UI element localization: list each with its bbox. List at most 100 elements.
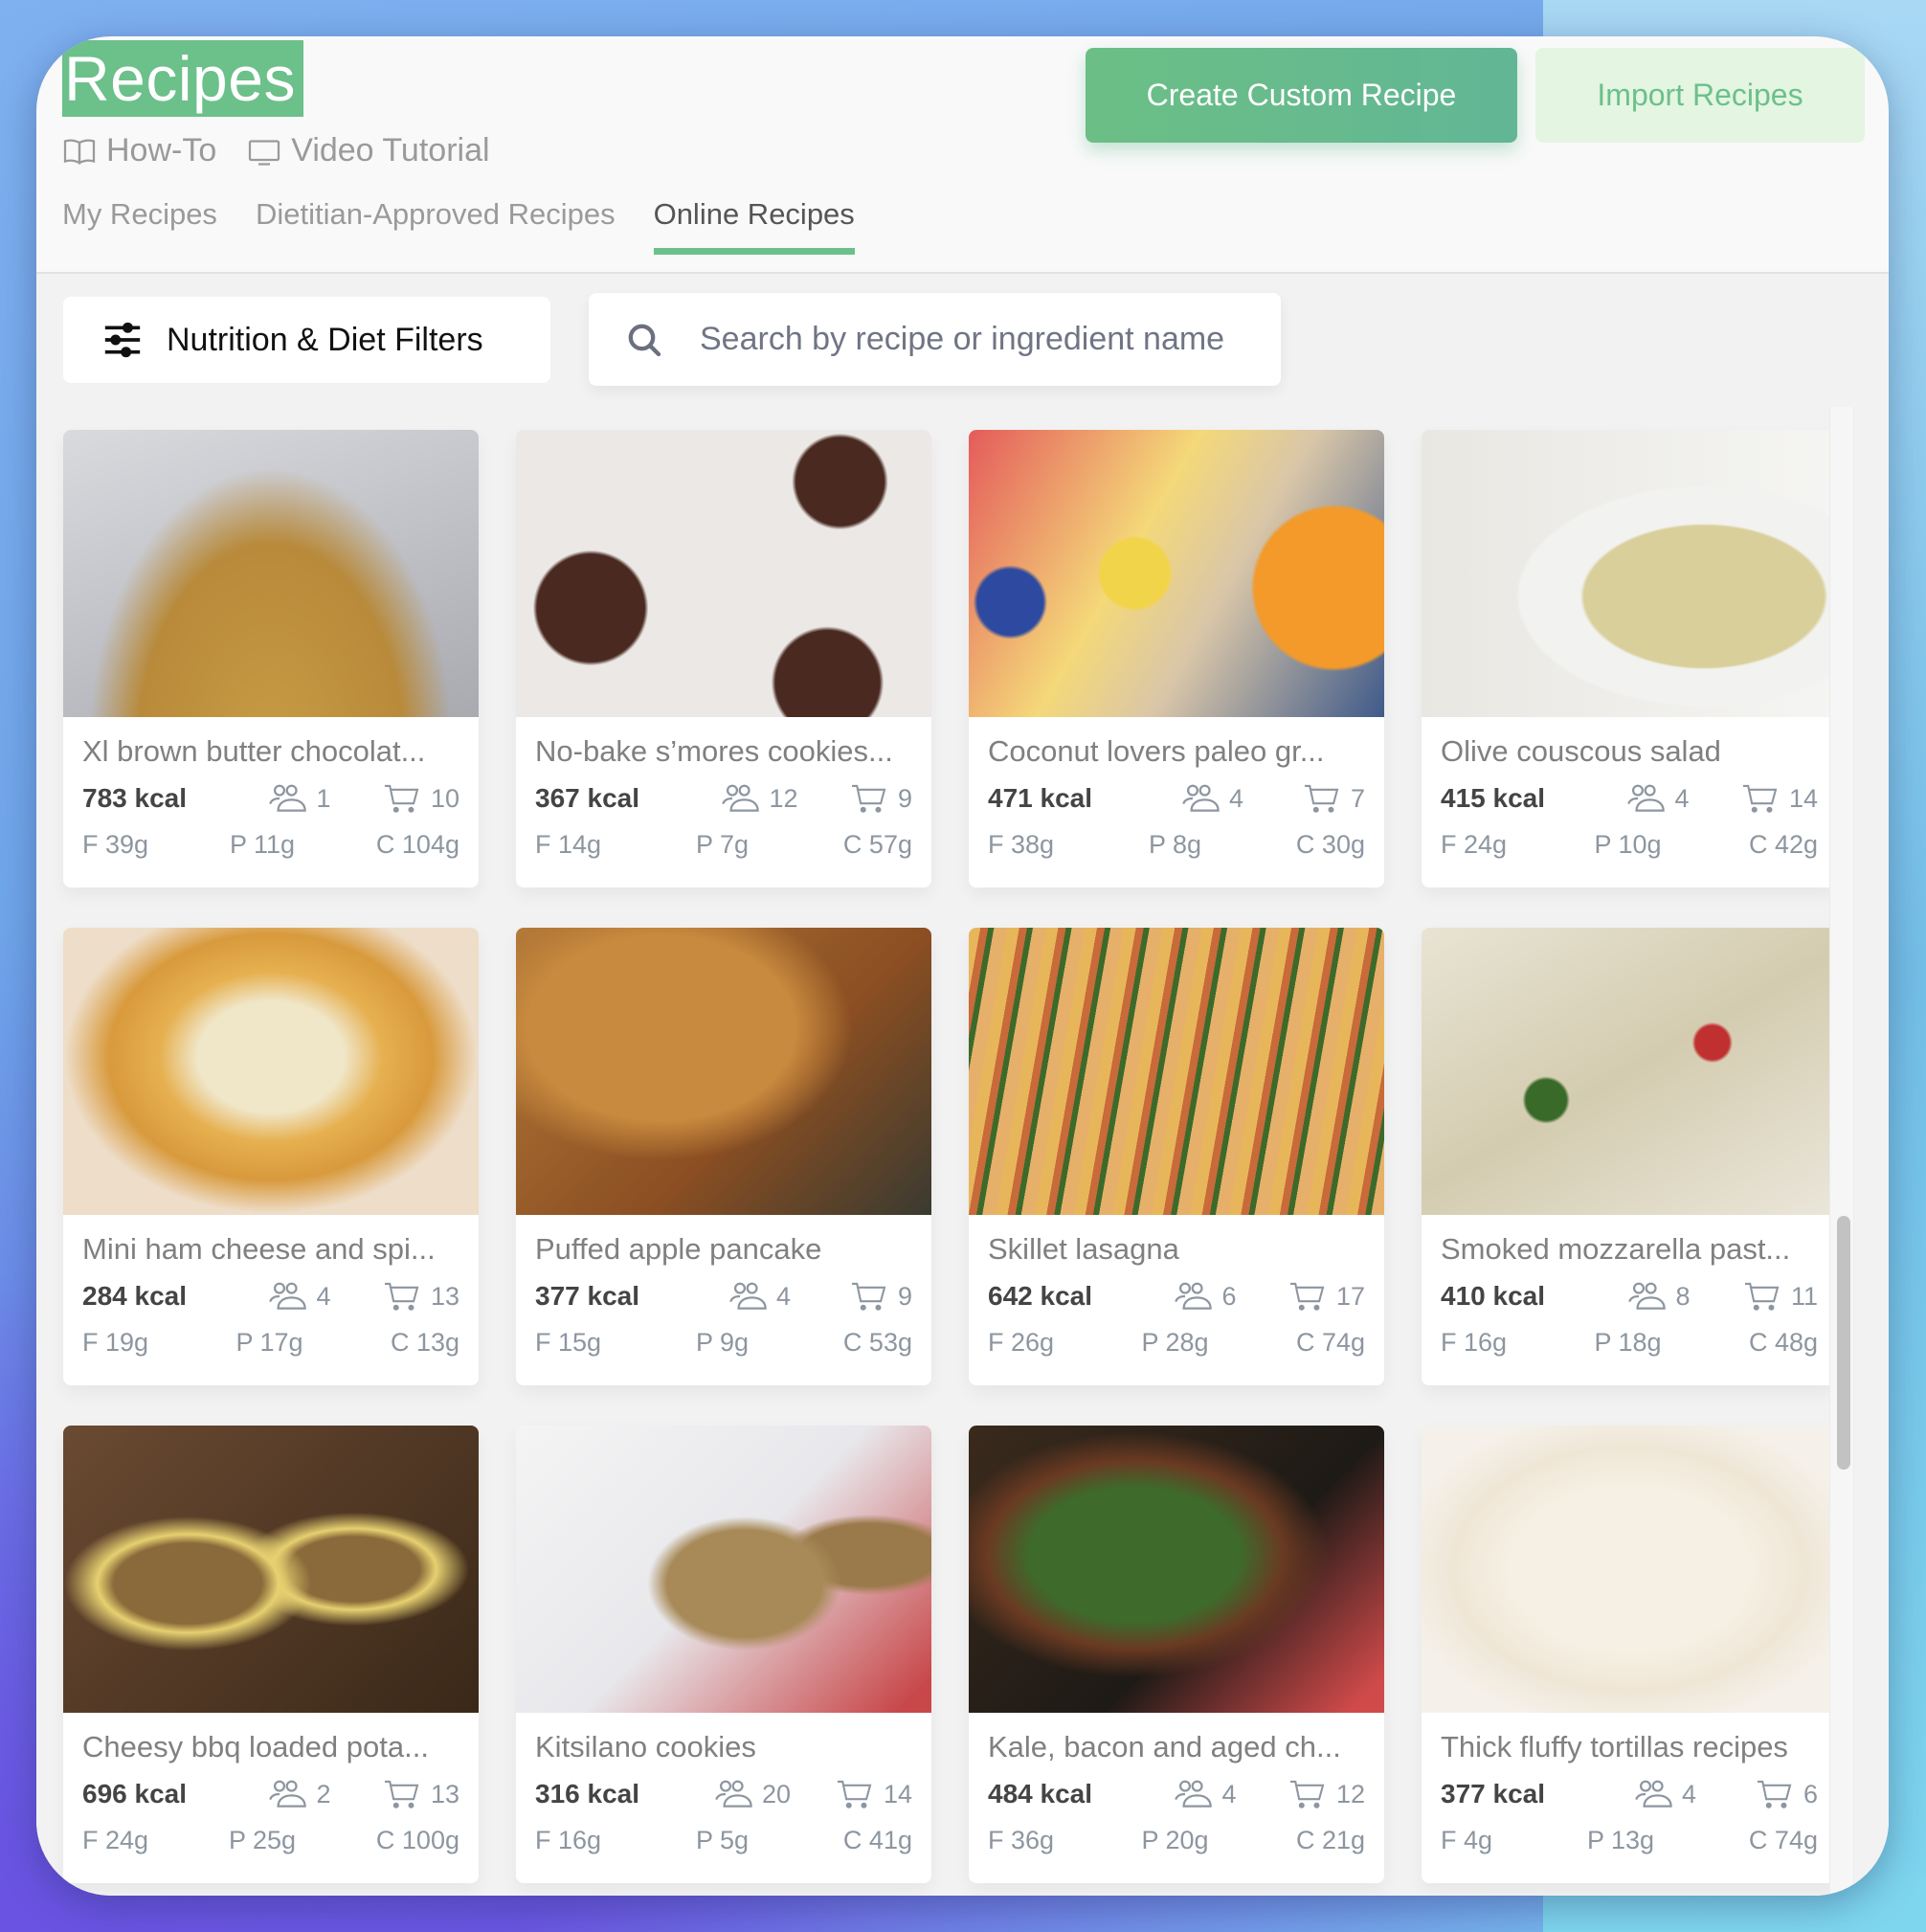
recipe-protein: P 28g [1141,1328,1209,1357]
recipe-carbs: C 53g [842,1328,912,1357]
recipe-grid-scroll-area: Xl brown butter chocolat... 783 kcal 1 1… [36,407,1853,1896]
search-input[interactable] [700,321,1255,358]
servings-count: 2 [316,1779,331,1808]
recipe-photo [1422,928,1837,1215]
recipe-name: Xl brown butter chocolat... [82,734,426,768]
recipe-calories: 377 kcal [535,1281,639,1311]
how-to-link[interactable]: How-To [62,132,216,169]
recipe-card[interactable]: Coconut lovers paleo gr... 471 kcal 4 7 [969,430,1384,887]
recipe-ingredients: 7 [1301,782,1365,815]
recipe-name: Coconut lovers paleo gr... [988,734,1325,768]
recipe-servings: 4 [1632,1778,1696,1810]
recipe-info: Cheesy bbq loaded pota... 696 kcal 2 13 [63,1713,479,1855]
cart-icon [384,784,419,813]
recipe-name: Cheesy bbq loaded pota... [82,1730,429,1764]
recipe-photo [63,928,479,1215]
recipe-ingredients: 13 [381,1280,459,1313]
recipe-card[interactable]: Kale, bacon and aged ch... 484 kcal 4 12 [969,1426,1384,1883]
tab-online-recipes[interactable]: Online Recipes [653,197,856,255]
recipe-card[interactable]: Cheesy bbq loaded pota... 696 kcal 2 13 [63,1426,479,1883]
servings-count: 4 [1681,1779,1696,1808]
ingredient-count: 17 [1335,1281,1365,1311]
recipe-card[interactable]: Mini ham cheese and spi... 284 kcal 4 13 [63,928,479,1385]
recipe-calories: 642 kcal [988,1281,1092,1311]
recipe-calories: 284 kcal [82,1281,187,1311]
tab-dietitian-approved-recipes[interactable]: Dietitian-Approved Recipes [256,197,616,255]
recipe-name: Smoked mozzarella past... [1441,1232,1791,1266]
recipe-calories: 367 kcal [535,783,639,813]
people-icon [269,1780,307,1808]
ingredient-count: 13 [430,1281,459,1311]
ingredient-count: 7 [1350,783,1365,813]
recipe-calories: 415 kcal [1441,783,1545,813]
recipe-name: Skillet lasagna [988,1232,1179,1266]
cart-icon [1757,1780,1792,1808]
search-box [589,293,1281,386]
recipe-name: Kitsilano cookies [535,1730,756,1764]
recipe-card[interactable]: Xl brown butter chocolat... 783 kcal 1 1… [63,430,479,887]
recipe-protein: P 25g [228,1826,297,1854]
servings-count: 4 [1674,783,1690,813]
import-recipes-button[interactable]: Import Recipes [1535,48,1865,143]
people-icon [1628,1282,1667,1310]
recipe-photo [63,1426,479,1713]
recipe-fat: F 15g [535,1328,602,1357]
recipe-macros-row: F 16g P 5g C 41g [535,1826,912,1855]
servings-count: 20 [761,1779,791,1808]
video-tutorial-link[interactable]: Video Tutorial [247,132,490,169]
recipe-carbs: C 57g [842,830,912,859]
people-icon [269,1282,307,1310]
cart-icon [851,784,886,813]
recipe-grid: Xl brown butter chocolat... 783 kcal 1 1… [63,430,1837,1883]
cart-icon [1742,784,1778,813]
search-icon [628,324,661,356]
recipe-card[interactable]: Thick fluffy tortillas recipes 377 kcal … [1422,1426,1837,1883]
recipe-name: Mini ham cheese and spi... [82,1232,436,1266]
recipe-fat: F 38g [988,830,1055,859]
recipe-card[interactable]: No-bake s’mores cookies... 367 kcal 12 9 [516,430,931,887]
recipe-card[interactable]: Puffed apple pancake 377 kcal 4 9 F 15g … [516,928,931,1385]
ingredient-count: 10 [430,783,459,813]
servings-count: 8 [1675,1281,1691,1311]
recipe-macros-row: F 24g P 10g C 42g [1441,830,1818,860]
recipe-carbs: C 41g [842,1826,912,1854]
people-icon [1175,1282,1213,1310]
filters-label: Nutrition & Diet Filters [167,321,483,358]
recipe-name: Thick fluffy tortillas recipes [1441,1730,1788,1764]
recipe-macros-row: F 36g P 20g C 21g [988,1826,1365,1855]
recipe-info: Smoked mozzarella past... 410 kcal 8 11 [1422,1215,1837,1358]
recipe-fat: F 39g [82,830,149,859]
recipe-info: Coconut lovers paleo gr... 471 kcal 4 7 [969,717,1384,860]
recipe-calories: 471 kcal [988,783,1092,813]
recipe-servings: 4 [1179,782,1243,815]
recipe-photo [969,1426,1384,1713]
recipe-photo [63,430,479,717]
recipe-card[interactable]: Smoked mozzarella past... 410 kcal 8 11 [1422,928,1837,1385]
recipe-servings: 2 [266,1778,330,1810]
recipe-servings: 12 [719,782,798,815]
nutrition-diet-filters-button[interactable]: Nutrition & Diet Filters [63,297,550,383]
recipe-servings: 4 [1624,782,1689,815]
recipe-card[interactable]: Skillet lasagna 642 kcal 6 17 F 26g P 28… [969,928,1384,1385]
recipe-fat: F 24g [1441,830,1508,859]
recipe-card[interactable]: Kitsilano cookies 316 kcal 20 14 F 16g P… [516,1426,931,1883]
tab-my-recipes[interactable]: My Recipes [62,197,217,255]
scrollbar-track[interactable] [1829,407,1854,1896]
create-custom-recipe-button[interactable]: Create Custom Recipe [1086,48,1517,143]
recipe-card[interactable]: Olive couscous salad 415 kcal 4 14 F 24g… [1422,430,1837,887]
ingredient-count: 9 [897,1281,912,1311]
recipe-photo [516,928,931,1215]
recipe-info: Olive couscous salad 415 kcal 4 14 F 24g… [1422,717,1837,860]
recipe-name: Kale, bacon and aged ch... [988,1730,1341,1764]
recipe-calories: 696 kcal [82,1779,187,1808]
recipe-fat: F 16g [535,1826,602,1854]
scrollbar-thumb[interactable] [1837,1216,1850,1470]
recipe-fat: F 16g [1441,1328,1508,1357]
recipe-ingredients: 6 [1754,1778,1818,1810]
ingredient-count: 11 [1790,1281,1818,1311]
recipe-ingredients: 9 [848,1280,912,1313]
recipe-protein: P 10g [1594,830,1662,859]
recipe-ingredients: 10 [381,782,459,815]
recipe-fat: F 36g [988,1826,1055,1854]
recipe-protein: P 18g [1594,1328,1662,1357]
